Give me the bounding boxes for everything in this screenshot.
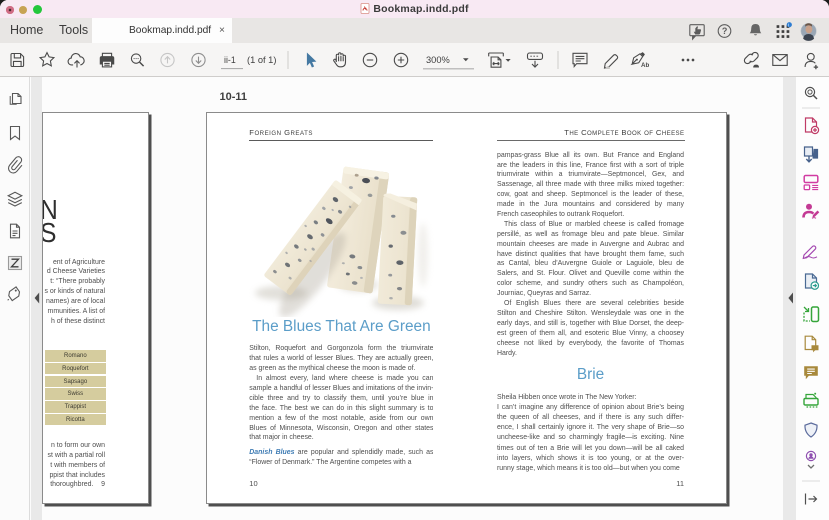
svg-text:?: ? bbox=[722, 26, 728, 36]
svg-text:Ab: Ab bbox=[641, 62, 649, 69]
svg-text:i: i bbox=[788, 23, 789, 28]
